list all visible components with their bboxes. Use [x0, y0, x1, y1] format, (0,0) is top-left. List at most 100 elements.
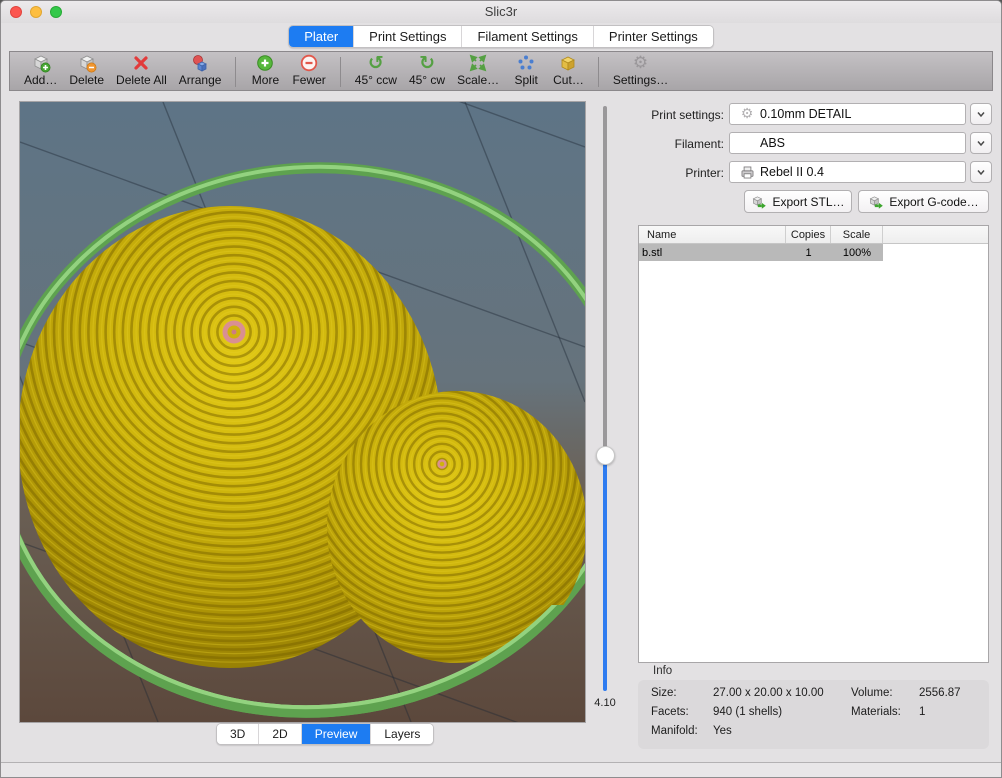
cut-button-label: Cut… — [553, 73, 584, 87]
add-button[interactable]: Add… — [24, 52, 57, 87]
fewer-copies-icon — [299, 52, 319, 73]
printer-icon — [738, 164, 756, 181]
window-title: Slic3r — [1, 4, 1001, 19]
more-copies-button[interactable]: More — [250, 52, 280, 87]
column-header-scale: Scale — [831, 226, 883, 243]
layer-slider-track-filled[interactable] — [603, 455, 607, 691]
info-manifold-label: Manifold: — [651, 725, 698, 737]
status-bar — [1, 763, 1001, 777]
more-copies-button-label: More — [252, 73, 279, 87]
delete-button-label: Delete — [69, 73, 104, 87]
fewer-copies-button-label: Fewer — [292, 73, 325, 87]
object-copies-cell: 1 — [786, 244, 831, 261]
filament-dropdown-button[interactable] — [970, 132, 992, 154]
top-infill-dot-large — [232, 330, 237, 335]
export-stl-label: Export STL… — [772, 195, 844, 209]
object-row-selected[interactable]: b.stl 1 100% — [639, 244, 988, 261]
layer-slider-track[interactable] — [603, 106, 607, 455]
printer-label: Printer: — [619, 166, 724, 180]
export-gcode-icon — [868, 194, 884, 210]
delete-button[interactable]: Delete — [69, 52, 104, 87]
tab-2d[interactable]: 2D — [259, 724, 301, 744]
preview-scene — [20, 102, 585, 722]
info-facets-value: 940 (1 shells) — [713, 706, 782, 718]
layer-slider-thumb[interactable] — [596, 446, 615, 465]
info-facets-label: Facets: — [651, 706, 689, 718]
cut-button[interactable]: Cut… — [553, 52, 584, 87]
toolbar-separator — [235, 57, 236, 87]
filament-label: Filament: — [619, 137, 724, 151]
rotate-cw-button[interactable]: ↻ 45° cw — [409, 52, 445, 87]
export-stl-button[interactable]: Export STL… — [744, 190, 852, 213]
fewer-copies-button[interactable]: Fewer — [292, 52, 325, 87]
view-tab-strip: 3D 2D Preview Layers — [216, 723, 434, 745]
info-volume-label: Volume: — [851, 687, 893, 699]
delete-object-icon — [77, 52, 97, 73]
filament-select[interactable]: ABS — [729, 132, 966, 154]
object-list[interactable]: Name Copies Scale b.stl 1 100% — [638, 225, 989, 663]
split-icon — [516, 52, 536, 73]
printer-dropdown-button[interactable] — [970, 161, 992, 183]
add-button-label: Add… — [24, 73, 57, 87]
chevron-down-icon — [975, 166, 987, 178]
tab-printer-settings[interactable]: Printer Settings — [594, 26, 713, 47]
print-settings-select[interactable]: ⚙ 0.10mm DETAIL — [729, 103, 966, 125]
print-settings-value: 0.10mm DETAIL — [760, 107, 851, 121]
split-button[interactable]: Split — [511, 52, 541, 87]
scale-icon — [468, 52, 488, 73]
arrange-button[interactable]: Arrange — [179, 52, 222, 87]
export-gcode-label: Export G-code… — [889, 195, 978, 209]
tab-filament-settings[interactable]: Filament Settings — [462, 26, 593, 47]
gear-icon: ⚙ — [738, 106, 756, 122]
rotate-ccw-button-label: 45° ccw — [355, 73, 397, 87]
layer-slider-value: 4.10 — [585, 697, 625, 709]
cut-icon — [558, 52, 578, 73]
top-infill-ring-small — [439, 461, 446, 468]
settings-button[interactable]: ⚙ Settings… — [613, 52, 668, 87]
title-bar[interactable]: Slic3r — [1, 1, 1001, 23]
rotate-ccw-icon: ↺ — [368, 52, 384, 73]
info-manifold-value: Yes — [713, 725, 732, 737]
object-list-header: Name Copies Scale — [639, 226, 988, 244]
print-settings-dropdown-button[interactable] — [970, 103, 992, 125]
printer-select[interactable]: Rebel II 0.4 — [729, 161, 966, 183]
arrange-button-label: Arrange — [179, 73, 222, 87]
tab-layers[interactable]: Layers — [371, 724, 433, 744]
tab-print-settings[interactable]: Print Settings — [354, 26, 462, 47]
scale-button[interactable]: Scale… — [457, 52, 499, 87]
info-volume-value: 2556.87 — [919, 687, 961, 699]
slic3r-window: Slic3r Plater Print Settings Filament Se… — [0, 0, 1002, 778]
column-header-copies: Copies — [786, 226, 831, 243]
filament-value: ABS — [760, 136, 785, 150]
tab-preview[interactable]: Preview — [302, 724, 372, 744]
info-size-label: Size: — [651, 687, 677, 699]
delete-all-button[interactable]: Delete All — [116, 52, 167, 87]
print-settings-label: Print settings: — [619, 108, 724, 122]
toolbar-separator — [598, 57, 599, 87]
export-gcode-button[interactable]: Export G-code… — [858, 190, 989, 213]
settings-button-label: Settings… — [613, 73, 668, 87]
object-scale-cell: 100% — [831, 244, 883, 261]
column-header-name: Name — [639, 226, 786, 243]
rotate-cw-icon: ↻ — [419, 52, 435, 73]
split-button-label: Split — [514, 73, 537, 87]
printer-value: Rebel II 0.4 — [760, 165, 824, 179]
rotate-ccw-button[interactable]: ↺ 45° ccw — [355, 52, 397, 87]
toolbar-separator — [340, 57, 341, 87]
add-object-icon — [31, 52, 51, 73]
tab-3d[interactable]: 3D — [217, 724, 259, 744]
export-stl-icon — [751, 194, 767, 210]
3d-preview-viewport[interactable] — [19, 101, 586, 723]
info-materials-label: Materials: — [851, 706, 901, 718]
info-section-title: Info — [653, 665, 672, 677]
plater-toolbar: Add… Delete Delete All — [9, 51, 993, 91]
arrange-icon — [190, 52, 210, 73]
chevron-down-icon — [975, 137, 987, 149]
chevron-down-icon — [975, 108, 987, 120]
scale-button-label: Scale… — [457, 73, 499, 87]
delete-all-icon — [131, 52, 151, 73]
object-name-cell: b.stl — [639, 244, 786, 261]
delete-all-button-label: Delete All — [116, 73, 167, 87]
settings-gear-icon: ⚙ — [633, 52, 648, 73]
tab-plater[interactable]: Plater — [289, 26, 354, 47]
